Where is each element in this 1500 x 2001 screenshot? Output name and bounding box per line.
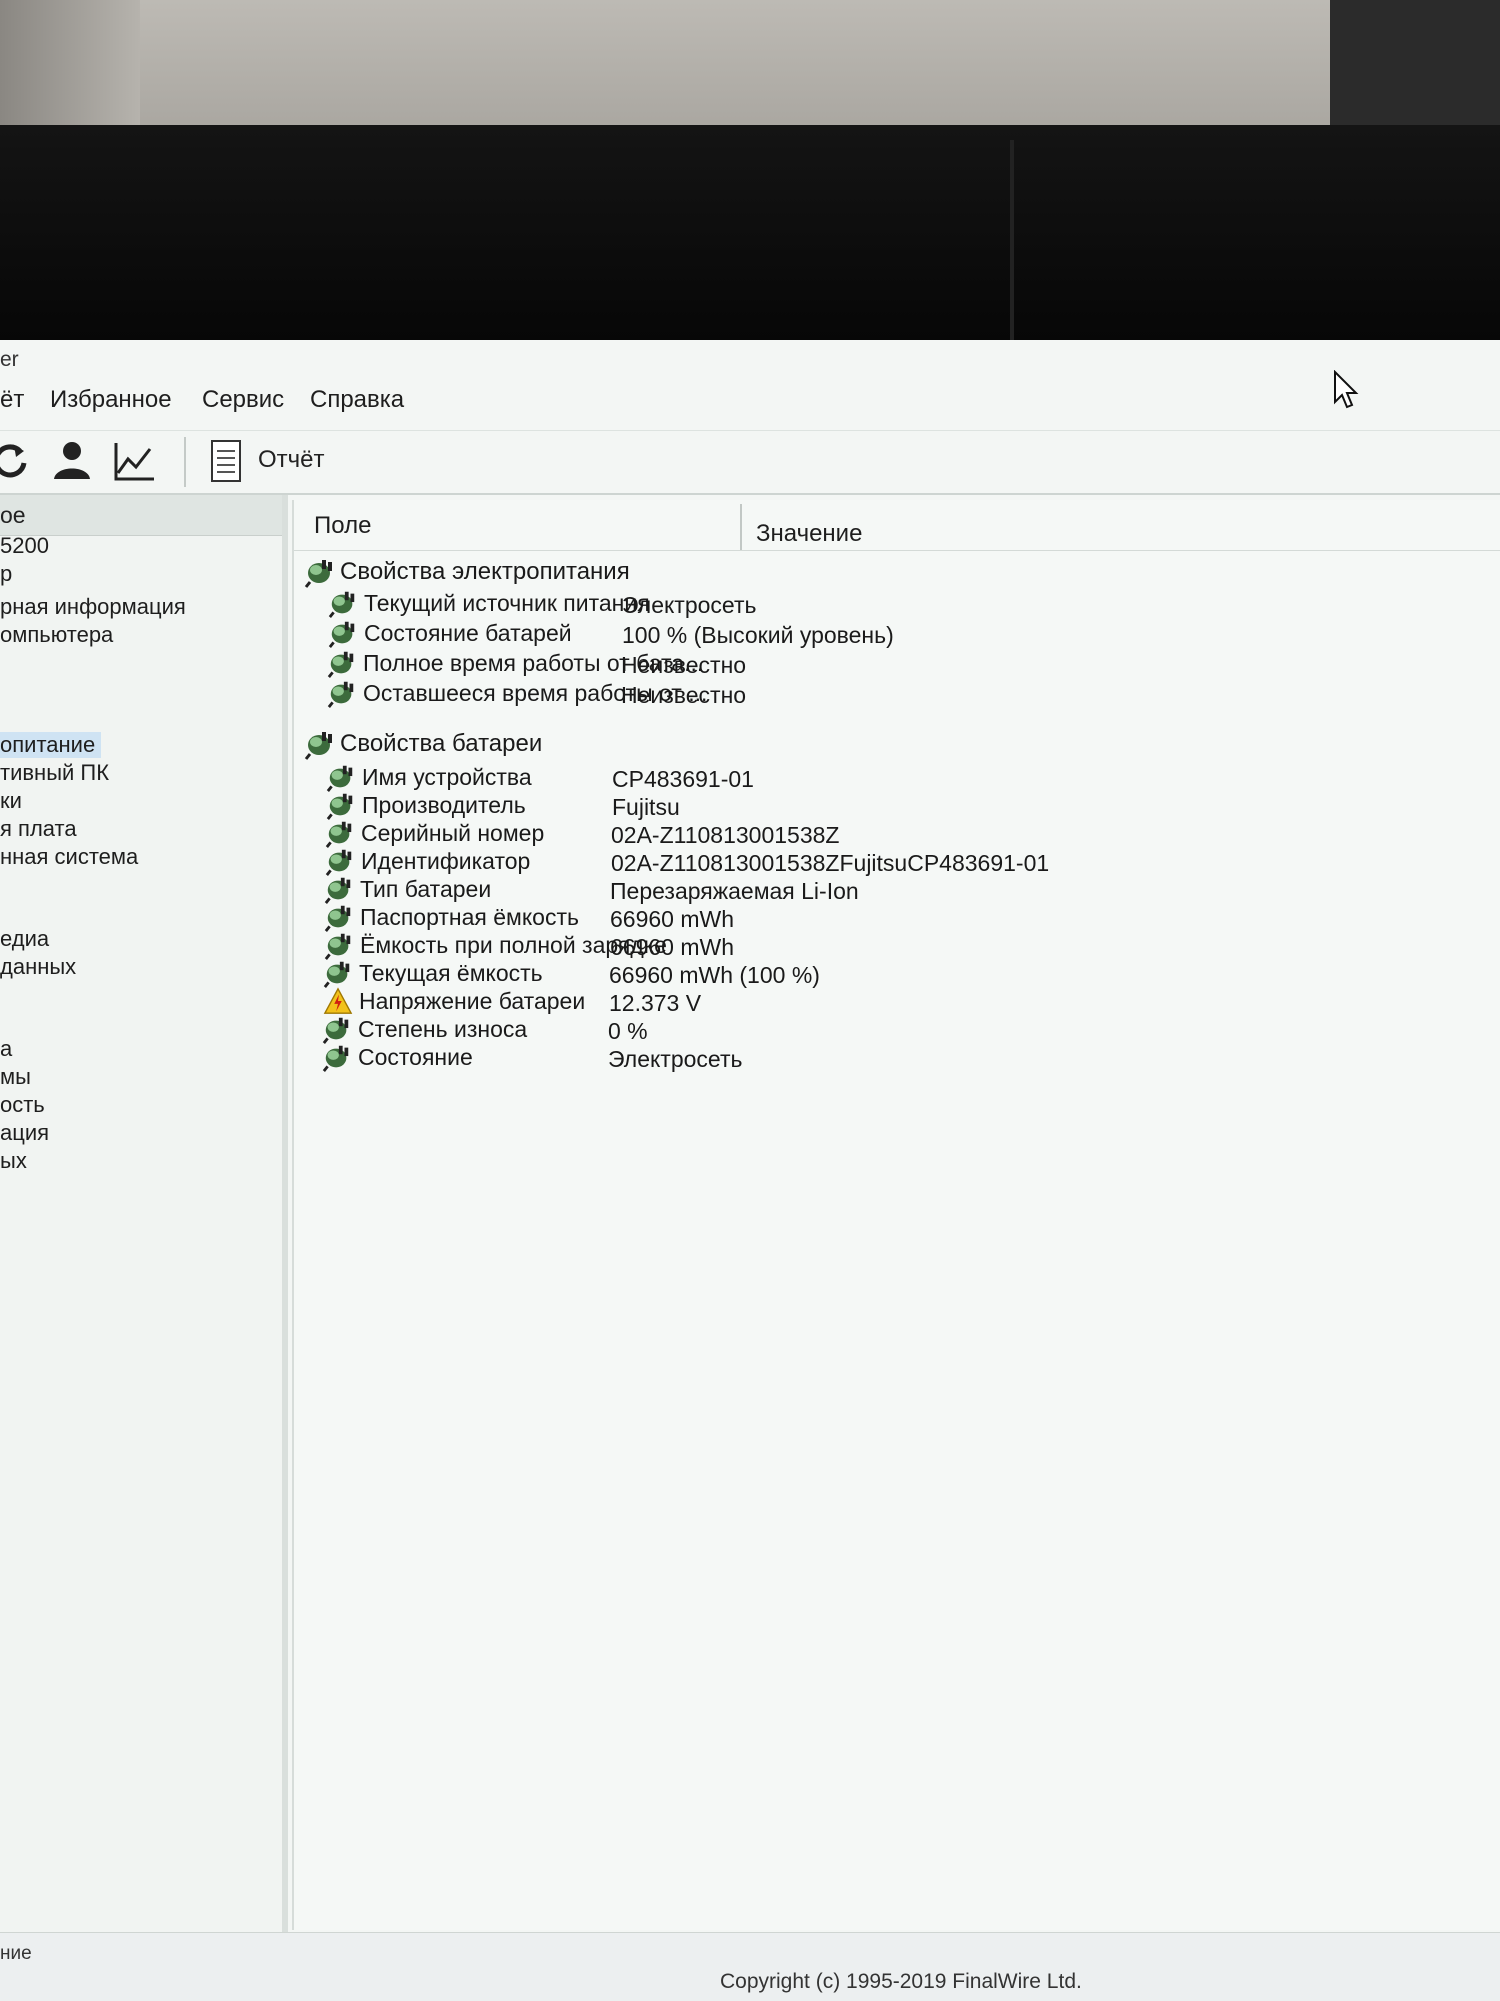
nav-item[interactable]: мы [0,1064,31,1090]
nav-header: ое [0,495,282,536]
power-properties-icon [323,958,353,988]
field-value: CP483691-01 [612,766,754,792]
power-properties-icon [304,556,336,588]
field-value: Fujitsu [612,794,680,820]
table-row[interactable]: Текущий источник питания Электросеть [328,588,1428,620]
power-properties-icon [324,874,354,904]
navigation-tree: ое 5200 р рная информация омпьютера опитание… [0,495,288,2000]
field-name: Имя устройства [362,764,532,790]
power-properties-icon [304,728,336,760]
photo-dark-corner [1330,0,1500,135]
field-value: 66960 mWh [610,906,735,932]
field-value: Перезаряжаемая Li-Ion [610,878,859,904]
power-properties-icon [322,1042,352,1072]
power-properties-icon [325,846,355,876]
field-value: 66960 mWh [610,934,735,960]
column-header-value[interactable]: Значение [756,520,862,548]
field-value: Неизвестно [621,682,747,708]
data-grid: Поле Значение Свойства электропитания Тек… [292,500,1500,1930]
refresh-icon[interactable] [0,437,34,485]
copyright-text: Copyright (c) 1995-2019 FinalWire Ltd. [720,1970,1082,1993]
column-header-field[interactable]: Поле [314,512,371,540]
nav-item[interactable]: 5200 [0,533,49,559]
field-value: Неизвестно [621,652,747,678]
field-value: 02A-Z110813001538ZFujitsuCP483691-01 [611,850,1050,876]
nav-item[interactable]: ых [0,1148,27,1174]
nav-item[interactable]: данных [0,954,76,980]
nav-item[interactable]: р [0,561,12,587]
power-properties-icon [326,762,356,792]
toolbar: Отчёт [0,430,1500,495]
menu-service[interactable]: Сервис [202,386,284,414]
field-name: Паспортная ёмкость [360,904,579,930]
field-name: Состояние батарей [364,620,572,646]
power-properties-icon [327,678,357,708]
nav-item[interactable]: ация [0,1120,49,1146]
field-name: Производитель [362,792,526,818]
field-name: Текущая ёмкость [359,960,543,986]
nav-item[interactable]: опитание [0,732,102,758]
group-title: Свойства батареи [340,730,543,757]
photo-background [0,0,1500,135]
menu-bar: ёт Избранное Сервис Справка [0,386,1500,424]
bezel-joint [1010,140,1014,340]
toolbar-separator [184,437,186,487]
title-bar: er [0,340,1500,409]
power-properties-icon [325,818,355,848]
field-value: 66960 mWh (100 %) [609,962,820,988]
field-name: Текущий источник питания [364,590,650,616]
power-properties-icon [328,618,358,648]
photo-wall-left [0,0,140,135]
column-separator[interactable] [740,504,742,550]
nav-item[interactable]: едиа [0,926,49,952]
group-title: Свойства электропитания [340,558,630,585]
field-value: 12.373 V [609,990,702,1016]
field-name: Серийный номер [361,820,545,846]
table-row[interactable]: Оставшееся время работы от ... Неизвестно [327,678,1427,710]
report-document-icon[interactable] [202,437,250,485]
power-properties-icon [322,1014,352,1044]
field-value: Электросеть [622,592,757,618]
field-name: Идентификатор [361,848,531,874]
nav-item[interactable]: нная система [0,844,138,870]
chart-icon[interactable] [110,437,158,485]
table-row[interactable]: Состояние батарей 100 % (Высокий уровень) [328,618,1428,650]
nav-item[interactable]: омпьютера [0,622,113,648]
menu-help[interactable]: Справка [310,386,404,414]
monitor-bezel [0,125,1500,340]
field-value: 02A-Z110813001538Z [611,822,840,848]
status-text: ние [0,1943,32,1964]
nav-item[interactable]: ки [0,788,22,814]
field-name: Степень износа [358,1016,528,1042]
power-properties-icon [326,790,356,820]
power-properties-icon [324,930,354,960]
user-icon[interactable] [48,437,96,485]
window-title: er [0,348,19,371]
table-row[interactable]: Полное время работы от бата... Неизвестно [327,648,1427,680]
field-name: Тип батареи [360,876,492,902]
grid-header: Поле Значение [294,500,1500,551]
menu-report[interactable]: ёт [0,386,24,414]
nav-item[interactable]: я плата [0,816,77,842]
nav-item[interactable]: ость [0,1092,45,1118]
nav-item[interactable]: рная информация [0,594,186,620]
warning-icon [323,986,353,1016]
power-properties-icon [328,588,358,618]
field-name: Состояние [358,1044,473,1070]
application-window: er ёт Избранное Сервис Справка Отчёт ое … [0,340,1500,2001]
table-row[interactable]: Состояние Электросеть [322,1042,1422,1074]
report-button-label[interactable]: Отчёт [258,446,325,474]
field-name: Напряжение батареи [359,988,586,1014]
nav-header-label: ое [0,502,26,528]
power-properties-icon [324,902,354,932]
field-value: 100 % (Высокий уровень) [622,622,894,648]
menu-favorites[interactable]: Избранное [50,386,172,414]
power-properties-icon [327,648,357,678]
nav-item[interactable]: а [0,1036,12,1062]
field-value: 0 % [608,1018,648,1044]
nav-item[interactable]: тивный ПК [0,760,109,786]
field-value: Электросеть [608,1046,743,1072]
